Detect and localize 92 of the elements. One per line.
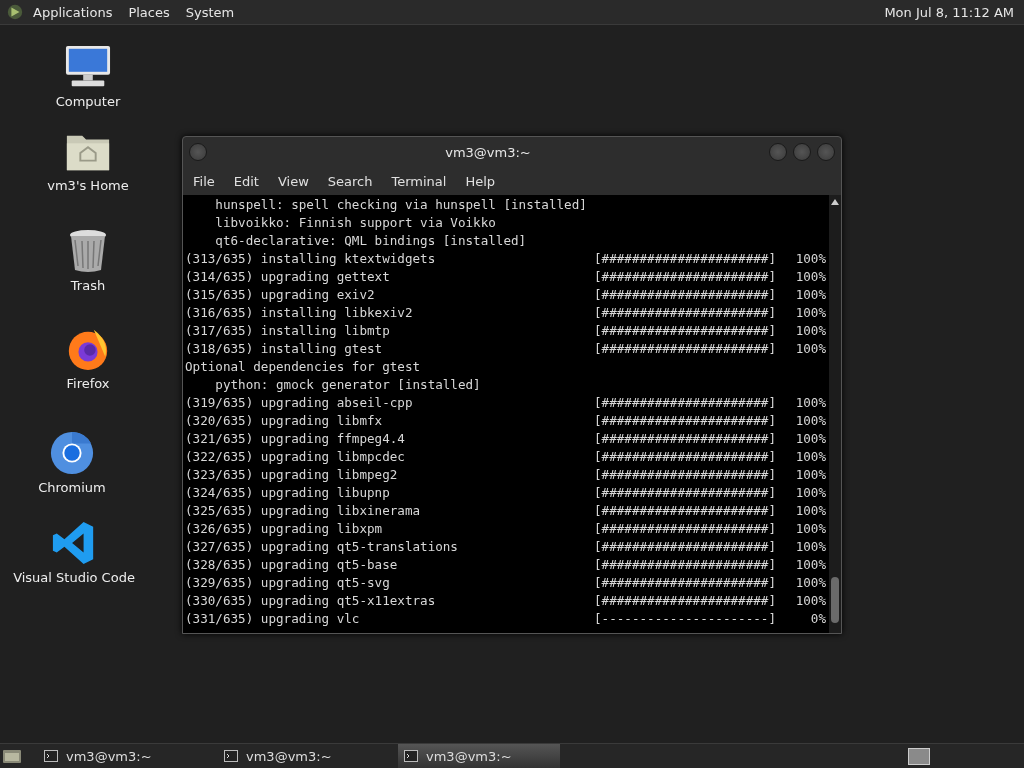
panel-menu[interactable]: System bbox=[185, 4, 235, 20]
progress-percent: 100% bbox=[794, 574, 826, 592]
progress-bar-text: [######################] bbox=[594, 556, 777, 574]
progress-percent: 100% bbox=[794, 448, 826, 466]
progress-bar-text: [######################] bbox=[594, 268, 777, 286]
panel-menu[interactable]: Places bbox=[128, 4, 170, 20]
progress-bar-text: [######################] bbox=[594, 340, 777, 358]
chromium-icon[interactable] bbox=[48, 430, 96, 476]
show-desktop-icon[interactable] bbox=[2, 747, 22, 765]
progress-bar-text: [######################] bbox=[594, 466, 777, 484]
menu-logo-icon[interactable] bbox=[6, 3, 24, 21]
terminal-line: (314/635) upgrading gettext bbox=[185, 268, 391, 286]
terminal-line: hunspell: spell checking via hunspell [installed] bbox=[214, 196, 587, 214]
taskbar-button[interactable]: vm3@vm3:~ bbox=[398, 744, 560, 768]
desktop-icon-label[interactable]: Computer bbox=[55, 94, 121, 109]
desktop-icon-label[interactable]: vm3's Home bbox=[47, 178, 129, 193]
progress-percent: 100% bbox=[794, 286, 826, 304]
menu-item[interactable]: Terminal bbox=[391, 173, 447, 189]
progress-bar-text: [######################] bbox=[594, 304, 777, 322]
terminal-line: (321/635) upgrading ffmpeg4.4 bbox=[185, 430, 406, 448]
terminal-icon bbox=[224, 750, 238, 762]
terminal-line: python: gmock generator [installed] bbox=[214, 376, 481, 394]
progress-bar-text: [######################] bbox=[594, 394, 777, 412]
progress-bar-text: [######################] bbox=[594, 502, 777, 520]
terminal-line: qt6-declarative: QML bindings [installed] bbox=[214, 232, 527, 250]
progress-bar-text: [----------------------] bbox=[594, 610, 777, 628]
menu-item[interactable]: View bbox=[277, 173, 309, 189]
terminal-line: (327/635) upgrading qt5-translations bbox=[185, 538, 459, 556]
desktop-icon-label[interactable]: Firefox bbox=[66, 376, 110, 391]
terminal-line: (315/635) upgrading exiv2 bbox=[185, 286, 376, 304]
progress-bar-text: [######################] bbox=[594, 574, 777, 592]
desktop-icon-label[interactable]: Chromium bbox=[38, 480, 106, 495]
progress-percent: 100% bbox=[794, 538, 826, 556]
terminal-line: (325/635) upgrading libxinerama bbox=[185, 502, 422, 520]
progress-percent: 100% bbox=[794, 322, 826, 340]
progress-percent: 100% bbox=[794, 304, 826, 322]
menu-item[interactable]: File bbox=[193, 173, 215, 189]
panel-menu[interactable]: Applications bbox=[33, 4, 113, 20]
terminal-line: libvoikko: Finnish support via Voikko bbox=[214, 214, 496, 232]
progress-bar-text: [######################] bbox=[594, 520, 777, 538]
terminal-line: (316/635) installing libkexiv2 bbox=[185, 304, 414, 322]
progress-percent: 100% bbox=[794, 520, 826, 538]
terminal-line: (320/635) upgrading libmfx bbox=[185, 412, 384, 430]
progress-percent: 100% bbox=[794, 394, 826, 412]
terminal-line: (329/635) upgrading qt5-svg bbox=[185, 574, 391, 592]
menu-item[interactable]: Help bbox=[465, 173, 496, 189]
terminal-line: (322/635) upgrading libmpcdec bbox=[185, 448, 406, 466]
progress-bar-text: [######################] bbox=[594, 484, 777, 502]
window-title: vm3@vm3:~ bbox=[444, 144, 532, 160]
terminal-line: (323/635) upgrading libmpeg2 bbox=[185, 466, 399, 484]
scrollbar-thumb[interactable] bbox=[831, 577, 839, 623]
progress-bar-text: [######################] bbox=[594, 592, 777, 610]
terminal-icon bbox=[44, 750, 58, 762]
progress-percent: 100% bbox=[794, 556, 826, 574]
terminal-line: Optional dependencies for gtest bbox=[185, 358, 421, 376]
progress-percent: 100% bbox=[794, 430, 826, 448]
progress-bar-text: [######################] bbox=[594, 322, 777, 340]
terminal-line: (331/635) upgrading vlc bbox=[185, 610, 361, 628]
progress-bar-text: [######################] bbox=[594, 430, 777, 448]
progress-percent: 0% bbox=[809, 610, 826, 628]
desktop-icon-label[interactable]: Trash bbox=[70, 278, 106, 293]
terminal-line: (318/635) installing gtest bbox=[185, 340, 384, 358]
progress-bar-text: [######################] bbox=[594, 286, 777, 304]
terminal-line: (326/635) upgrading libxpm bbox=[185, 520, 384, 538]
terminal-icon bbox=[404, 750, 418, 762]
progress-percent: 100% bbox=[794, 268, 826, 286]
progress-percent: 100% bbox=[794, 412, 826, 430]
progress-percent: 100% bbox=[794, 502, 826, 520]
menu-item[interactable]: Edit bbox=[233, 173, 259, 189]
terminal-line: (330/635) upgrading qt5-x11extras bbox=[185, 592, 437, 610]
progress-bar-text: [######################] bbox=[594, 250, 777, 268]
workspace-switcher[interactable] bbox=[908, 747, 930, 765]
desktop-icon-label[interactable]: Visual Studio Code bbox=[13, 570, 135, 585]
progress-percent: 100% bbox=[794, 340, 826, 358]
terminal-line: (324/635) upgrading libupnp bbox=[185, 484, 391, 502]
menu-item[interactable]: Search bbox=[327, 173, 373, 189]
clock[interactable]: Mon Jul 8, 11:12 AM bbox=[880, 4, 1018, 20]
progress-percent: 100% bbox=[794, 592, 826, 610]
progress-percent: 100% bbox=[794, 250, 826, 268]
scroll-up-icon[interactable] bbox=[831, 199, 839, 205]
progress-percent: 100% bbox=[794, 466, 826, 484]
scrollbar[interactable] bbox=[829, 195, 841, 633]
progress-bar-text: [######################] bbox=[594, 448, 777, 466]
terminal-line: (328/635) upgrading qt5-base bbox=[185, 556, 399, 574]
taskbar-button[interactable]: vm3@vm3:~ bbox=[38, 744, 200, 768]
terminal-line: (319/635) upgrading abseil-cpp bbox=[185, 394, 414, 412]
progress-percent: 100% bbox=[794, 484, 826, 502]
progress-bar-text: [######################] bbox=[594, 538, 777, 556]
terminal-line: (313/635) installing ktextwidgets bbox=[185, 250, 437, 268]
progress-bar-text: [######################] bbox=[594, 412, 777, 430]
taskbar-button[interactable]: vm3@vm3:~ bbox=[218, 744, 380, 768]
terminal-line: (317/635) installing libmtp bbox=[185, 322, 391, 340]
